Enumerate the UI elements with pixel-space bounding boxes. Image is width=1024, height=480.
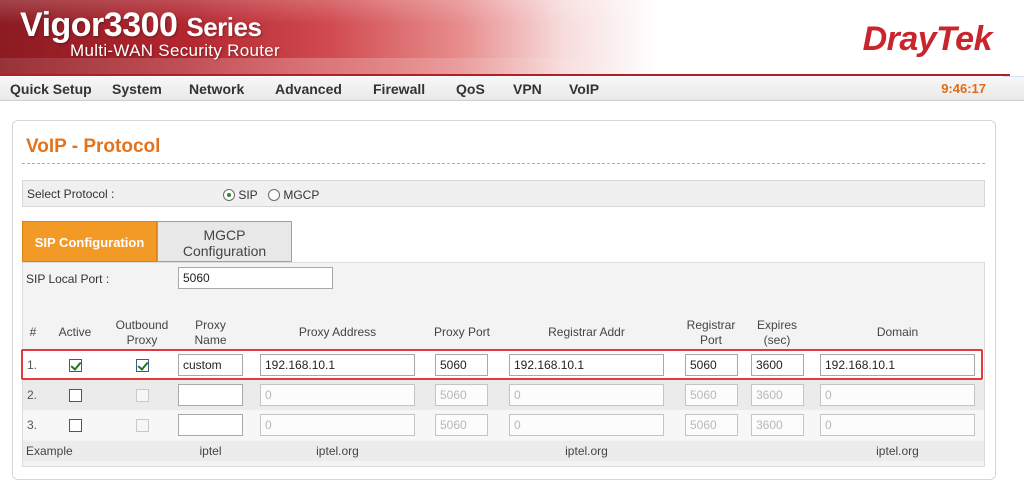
col-header-registrar-addr: Registrar Addr <box>548 325 625 339</box>
brand-logo: DrayTek <box>862 20 993 58</box>
row-2-registrar-port-input[interactable] <box>685 384 738 406</box>
example-domain: iptel.org <box>876 444 919 458</box>
select-protocol-label: Select Protocol : <box>27 187 115 201</box>
col-header-expires-line1: Expires <box>756 318 797 332</box>
col-header-expires-line2: (sec) <box>763 333 791 347</box>
row-2-outbound-proxy-checkbox <box>136 389 149 402</box>
menu-firewall[interactable]: Firewall <box>373 81 425 97</box>
row-3-proxy-port-input[interactable] <box>435 414 488 436</box>
col-header-proxy-name-line1: Proxy <box>195 318 226 332</box>
example-proxy-name: iptel <box>199 444 222 458</box>
mgcp-radio-label: MGCP <box>283 188 320 202</box>
row-1-highlight <box>21 349 983 380</box>
menu-advanced[interactable]: Advanced <box>275 81 342 97</box>
page-title: VoIP - Protocol <box>26 136 161 157</box>
col-header-registrar-port-line1: Registrar <box>686 318 736 332</box>
col-header-proxy-address: Proxy Address <box>298 325 377 339</box>
row-2-number: 2. <box>27 388 38 402</box>
tab-sip-configuration[interactable]: SIP Configuration <box>22 221 157 262</box>
col-header-registrar-port: Registrar Port <box>676 318 746 348</box>
menu-network[interactable]: Network <box>189 81 244 97</box>
row-3-expires-input[interactable] <box>751 414 804 436</box>
row-2-registrar-addr-input[interactable] <box>509 384 664 406</box>
mgcp-radio-option[interactable]: MGCP <box>268 188 319 202</box>
col-header-expires: Expires (sec) <box>749 318 805 348</box>
row-3-proxy-name-input[interactable] <box>178 414 243 436</box>
main-menu: Quick Setup System Network Advanced Fire… <box>0 77 1024 101</box>
sip-radio-label: SIP <box>238 188 258 202</box>
protocol-select-box: Select Protocol : SIP MGCP <box>22 180 985 207</box>
example-proxy-address: iptel.org <box>316 444 359 458</box>
row-2-active-checkbox[interactable] <box>69 389 82 402</box>
clock: 9:46:17 <box>941 81 986 96</box>
mgcp-radio[interactable] <box>268 189 280 201</box>
row-2-proxy-name-input[interactable] <box>178 384 243 406</box>
row-2-proxy-address-input[interactable] <box>260 384 415 406</box>
row-3-registrar-port-input[interactable] <box>685 414 738 436</box>
menu-qos[interactable]: QoS <box>456 81 485 97</box>
example-registrar-addr: iptel.org <box>565 444 608 458</box>
col-header-active: Active <box>58 325 92 339</box>
sip-radio-option[interactable]: SIP <box>223 188 258 202</box>
row-3-domain-input[interactable] <box>820 414 975 436</box>
col-header-outbound-proxy-line2: Proxy <box>126 333 158 347</box>
menu-system[interactable]: System <box>112 81 162 97</box>
example-label: Example <box>26 444 73 458</box>
col-header-domain: Domain <box>876 325 919 339</box>
tab-mgcp-label-line1: MGCP <box>203 227 246 243</box>
menu-voip[interactable]: VoIP <box>569 81 599 97</box>
col-header-outbound-proxy-line1: Outbound <box>115 318 169 332</box>
product-model: Vigor3300 <box>20 6 178 44</box>
menu-quick-setup[interactable]: Quick Setup <box>10 81 92 97</box>
row-2-expires-input[interactable] <box>751 384 804 406</box>
col-header-outbound-proxy: Outbound Proxy <box>107 318 177 348</box>
col-header-proxy-name-line2: Name <box>194 333 227 347</box>
col-header-registrar-port-line2: Port <box>699 333 722 347</box>
row-2-domain-input[interactable] <box>820 384 975 406</box>
sip-radio[interactable] <box>223 189 235 201</box>
banner-rule <box>0 74 1010 76</box>
sip-local-port-label: SIP Local Port : <box>26 272 110 286</box>
sip-local-port-input[interactable] <box>178 267 333 289</box>
tab-mgcp-label-line2: Configuration <box>182 243 267 259</box>
product-series: Series <box>186 12 262 42</box>
header-banner: Vigor3300 Series Multi-WAN Security Rout… <box>0 0 1024 76</box>
tab-mgcp-configuration[interactable]: MGCP Configuration <box>157 221 292 262</box>
product-name: Vigor3300 Series <box>20 6 262 45</box>
col-header-proxy-port: Proxy Port <box>433 325 490 339</box>
title-divider <box>22 163 985 164</box>
row-3-registrar-addr-input[interactable] <box>509 414 664 436</box>
row-2-proxy-port-input[interactable] <box>435 384 488 406</box>
col-header-proxy-name: Proxy Name <box>178 318 243 348</box>
row-3-number: 3. <box>27 418 38 432</box>
row-3-outbound-proxy-checkbox <box>136 419 149 432</box>
col-header-num: # <box>29 325 37 339</box>
menu-vpn[interactable]: VPN <box>513 81 542 97</box>
product-subtitle: Multi-WAN Security Router <box>70 41 280 60</box>
row-3-active-checkbox[interactable] <box>69 419 82 432</box>
row-3-proxy-address-input[interactable] <box>260 414 415 436</box>
